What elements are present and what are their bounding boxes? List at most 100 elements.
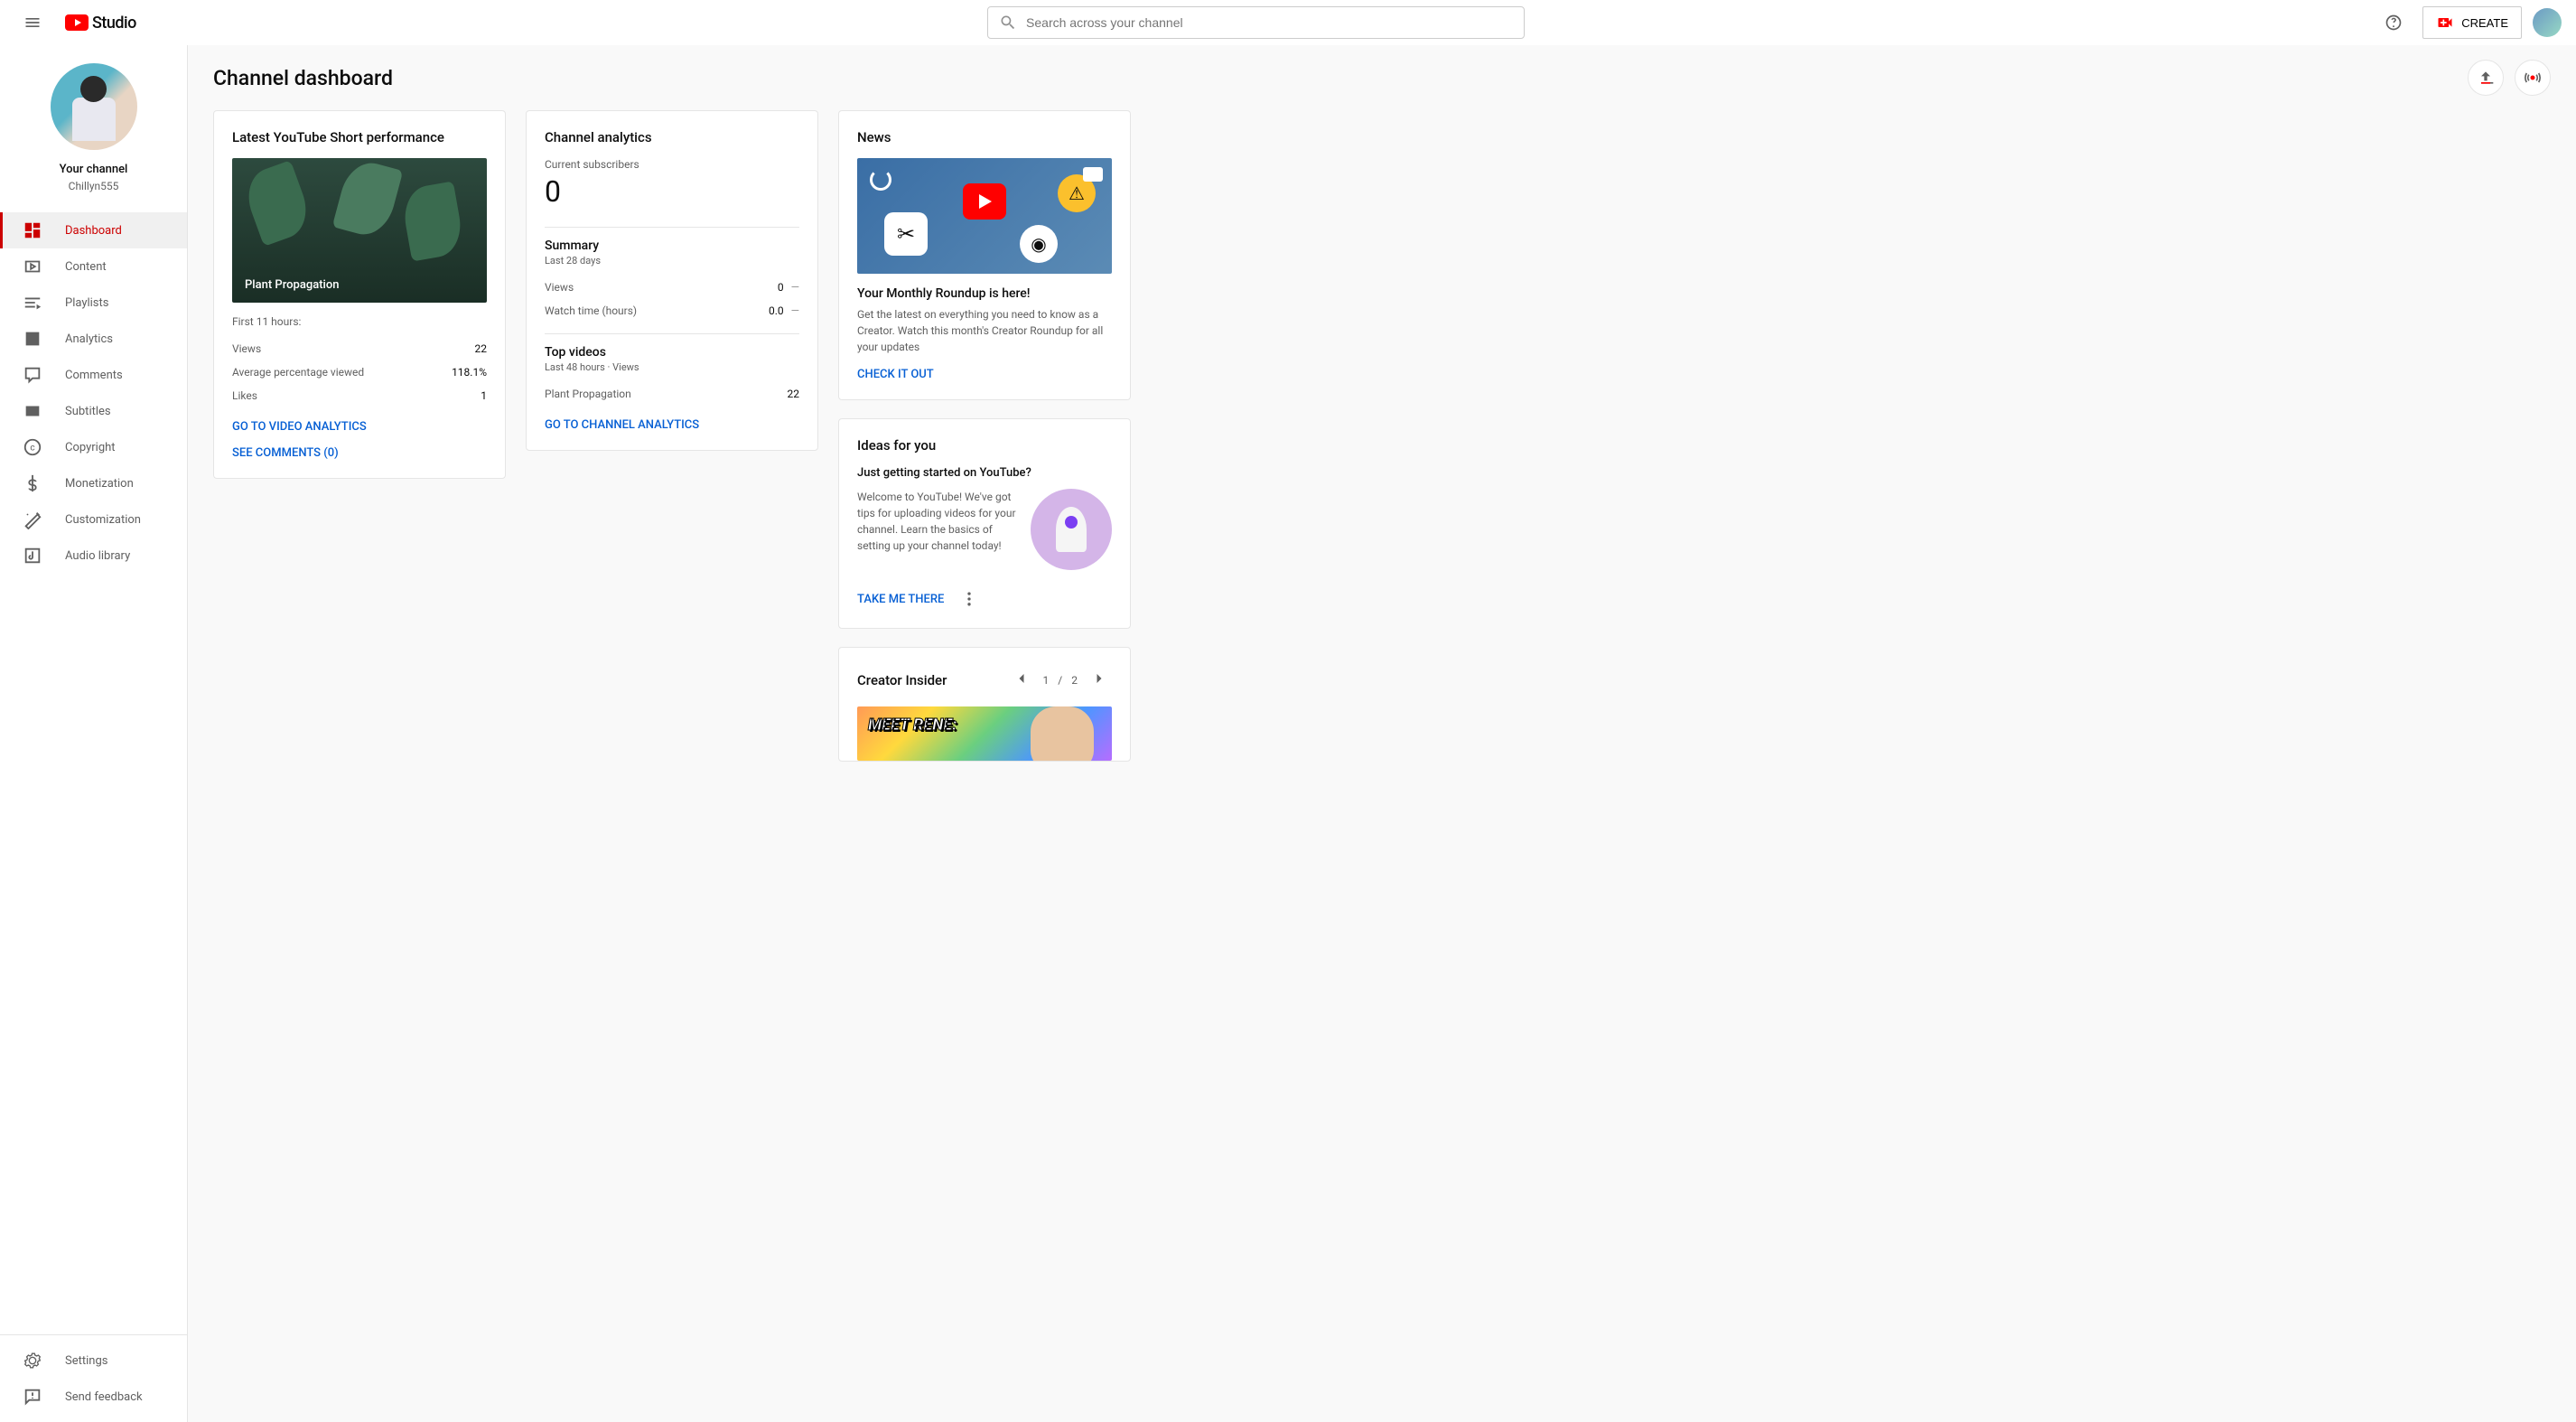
video-thumbnail[interactable]: Plant Propagation [232,158,487,303]
ideas-more-button[interactable] [958,588,980,610]
top-videos-title: Top videos [545,345,799,360]
help-icon [2385,14,2403,32]
see-comments-link[interactable]: SEE COMMENTS (0) [232,446,487,460]
nav-label: Settings [65,1354,107,1368]
copyright-icon: c [22,436,43,458]
rocket-illustration [1031,489,1112,570]
nav-settings[interactable]: Settings [0,1342,187,1379]
summary-value: 0.0 [769,304,784,317]
nav-subtitles[interactable]: Subtitles [0,393,187,429]
nav-label: Playlists [65,296,108,310]
play-icon [963,183,1006,220]
ideas-footer: TAKE ME THERE [857,588,1112,610]
top-videos-subtitle: Last 48 hours · Views [545,361,799,373]
divider [545,227,799,228]
nav-comments[interactable]: Comments [0,357,187,393]
insider-thumb-text: MEET RENE: [868,716,957,734]
card-title: Ideas for you [857,437,1112,454]
pager-prev-button[interactable] [1009,666,1034,694]
stat-label: Average percentage viewed [232,366,364,379]
pager-next-button[interactable] [1087,666,1112,694]
search-input[interactable] [1026,15,1513,30]
main-content: Channel dashboard Latest YouTube Short p… [188,45,2576,776]
nav-analytics[interactable]: Analytics [0,321,187,357]
header-left: Studio [14,5,136,41]
summary-row: Views 0 — [545,276,799,299]
nav-label: Analytics [65,332,113,346]
nav-playlists[interactable]: Playlists [0,285,187,321]
comments-icon [22,364,43,386]
hamburger-menu-button[interactable] [14,5,51,41]
nav-customization[interactable]: Customization [0,501,187,538]
creator-insider-card: Creator Insider 1 / 2 MEET RENE: [838,647,1131,762]
profile-title: Your channel [60,163,128,176]
summary-value: 0 [778,281,784,294]
pager-sep: / [1058,674,1062,687]
news-image[interactable]: ✂ ⚠ ◉ [857,158,1112,274]
summary-label: Watch time (hours) [545,304,637,317]
news-link[interactable]: CHECK IT OUT [857,368,1112,381]
video-analytics-link[interactable]: GO TO VIDEO ANALYTICS [232,420,487,434]
card-title: Channel analytics [545,129,799,145]
ideas-card: Ideas for you Just getting started on Yo… [838,418,1131,629]
subtitles-icon [22,400,43,422]
youtube-studio-logo[interactable]: Studio [65,14,136,33]
insider-thumbnail[interactable]: MEET RENE: [857,706,1112,761]
help-button[interactable] [2375,5,2412,41]
page-title: Channel dashboard [213,66,393,90]
upload-button[interactable] [2468,60,2504,96]
news-headline: Your Monthly Roundup is here! [857,286,1112,301]
account-avatar[interactable] [2533,8,2562,37]
nav-feedback[interactable]: Send feedback [0,1379,187,1415]
search-icon [999,14,1017,32]
nav-monetization[interactable]: Monetization [0,465,187,501]
nav-copyright[interactable]: c Copyright [0,429,187,465]
nav-dashboard[interactable]: Dashboard [0,212,187,248]
top-video-label: Plant Propagation [545,388,631,400]
header-center [136,6,2375,39]
more-vertical-icon [960,590,978,608]
summary-subtitle: Last 28 days [545,255,799,267]
divider [545,333,799,334]
profile-name: Chillyn555 [69,180,119,192]
top-video-row[interactable]: Plant Propagation 22 [545,382,799,406]
summary-delta: — [791,304,799,317]
video-title: Plant Propagation [245,278,339,292]
refresh-icon [870,169,891,191]
nav-label: Customization [65,513,141,527]
nav-label: Audio library [65,549,130,563]
stat-value: 22 [475,342,488,355]
sidebar-profile: Your channel Chillyn555 [0,45,187,207]
create-video-icon [2436,14,2454,32]
ideas-body: Welcome to YouTube! We've got tips for u… [857,489,1112,570]
insider-header: Creator Insider 1 / 2 [857,666,1112,694]
sidebar-nav: Dashboard Content Playlists Analytics Co… [0,207,187,1334]
header-right: CREATE [2375,5,2562,41]
channel-avatar[interactable] [51,63,137,150]
search-box[interactable] [987,6,1525,39]
nav-label: Send feedback [65,1390,143,1404]
ideas-headline: Just getting started on YouTube? [857,466,1112,480]
go-live-button[interactable] [2515,60,2551,96]
feedback-icon [22,1386,43,1408]
card-title: News [857,129,1112,145]
nav-audio-library[interactable]: Audio library [0,538,187,574]
nav-label: Comments [65,369,123,382]
stat-label: Likes [232,389,257,402]
channel-analytics-link[interactable]: GO TO CHANNEL ANALYTICS [545,418,799,432]
stat-label: Views [232,342,261,355]
performance-window: First 11 hours: [232,315,487,328]
summary-delta: — [791,281,799,294]
create-button[interactable]: CREATE [2422,6,2522,39]
dashboard-icon [22,220,43,241]
news-card: News ✂ ⚠ ◉ Your Monthly Roundup is here!… [838,110,1131,400]
nav-content[interactable]: Content [0,248,187,285]
nav-label: Dashboard [65,224,122,238]
gear-icon [22,1350,43,1371]
subscriber-count: 0 [545,174,799,209]
pager-current: 1 [1043,674,1050,687]
upload-icon [2477,69,2495,87]
stat-value: 118.1% [452,366,487,379]
ideas-link[interactable]: TAKE ME THERE [857,593,944,606]
youtube-icon [1083,167,1103,182]
